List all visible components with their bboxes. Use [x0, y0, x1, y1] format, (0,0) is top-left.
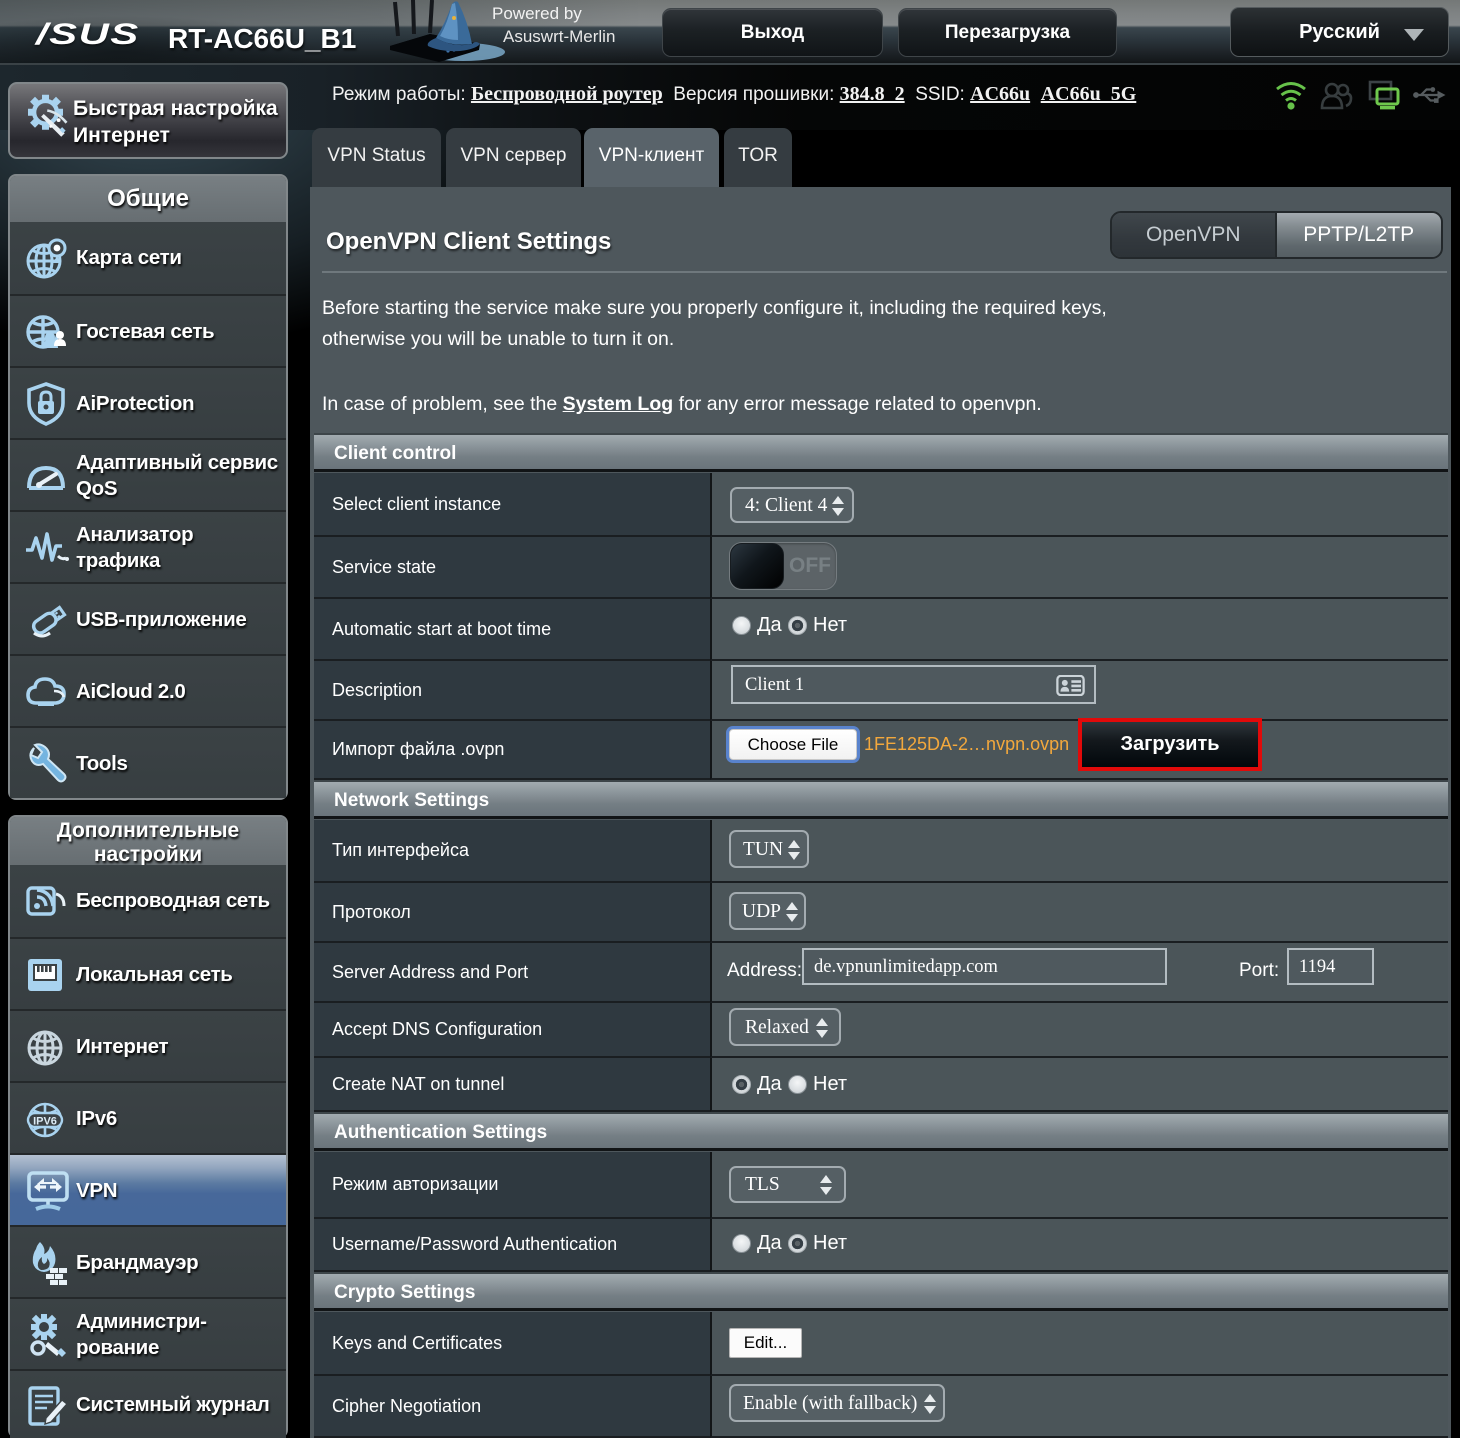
svg-text:IPV6: IPV6	[33, 1116, 57, 1128]
